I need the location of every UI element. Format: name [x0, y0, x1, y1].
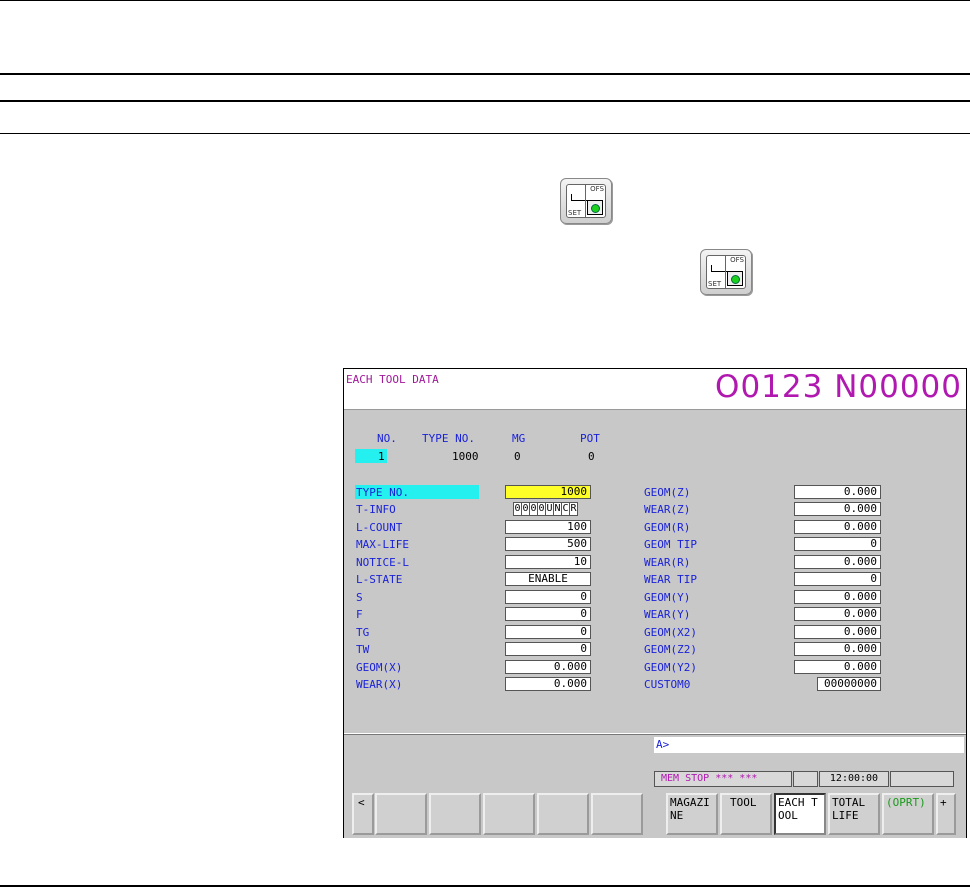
geom-y2-input[interactable]: 0.000: [794, 660, 881, 674]
green-led-icon: [591, 204, 600, 213]
s-input[interactable]: 0: [505, 590, 591, 604]
softkey-blank-4[interactable]: [537, 793, 589, 835]
header-rule-1: [0, 73, 970, 75]
ofs-set-key-icon-2[interactable]: OFS SET: [700, 249, 752, 295]
footer-rule: [0, 885, 970, 887]
wear-y-input[interactable]: 0.000: [794, 607, 881, 621]
field-label: GEOM(Y): [644, 591, 691, 604]
geom-z-input[interactable]: 0.000: [794, 485, 881, 499]
tg-input[interactable]: 0: [505, 625, 591, 639]
field-label: GEOM TIP: [644, 538, 697, 551]
field-label: WEAR(Z): [644, 503, 691, 516]
field-label: L-COUNT: [356, 521, 403, 534]
t-info-cells[interactable]: 0 0 0 0 U N C R: [513, 502, 578, 516]
mode-text: MEM: [661, 773, 680, 784]
ofs-set-key-icon[interactable]: OFS SET: [560, 178, 612, 224]
wear-tip-input[interactable]: 0: [794, 572, 881, 586]
field-label: WEAR(Y): [644, 608, 691, 621]
header-mg: MG: [512, 432, 526, 445]
wear-x-input[interactable]: 0.000: [505, 677, 591, 691]
wear-z-input[interactable]: 0.000: [794, 502, 881, 516]
field-label: MAX-LIFE: [356, 538, 409, 551]
field-label: GEOM(R): [644, 521, 691, 534]
state-text: STOP: [685, 773, 710, 784]
key-input-line[interactable]: A>: [654, 737, 964, 753]
top-rule: [0, 0, 970, 1]
field-label: TYPE NO.: [356, 486, 409, 499]
geom-r-input[interactable]: 0.000: [794, 520, 881, 534]
header-rule-3: [0, 133, 970, 134]
header-type-no: TYPE NO.: [422, 432, 475, 445]
notice-l-input[interactable]: 10: [505, 555, 591, 569]
alarm-stars: *** ***: [715, 773, 758, 784]
field-label: TW: [356, 643, 370, 656]
field-label: WEAR(R): [644, 556, 691, 569]
field-label: GEOM(Y2): [644, 661, 697, 674]
input-status-area: A> MEM STOP *** *** 12:00:00 < MAGAZI NE…: [344, 734, 966, 838]
softkey-each-tool-button[interactable]: EACH T OOL: [774, 793, 826, 835]
field-label: F: [356, 608, 363, 621]
tool-data-panel: NO. TYPE NO. MG POT 1 1000 0 0 TYPE NO. …: [344, 410, 966, 733]
field-label: WEAR TIP: [644, 573, 697, 586]
field-label: CUSTOM0: [644, 678, 691, 691]
softkey-oprt-button[interactable]: (OPRT): [882, 793, 934, 835]
type-no-input[interactable]: 1000: [505, 485, 591, 499]
field-label: S: [356, 591, 363, 604]
row-pot: 0: [588, 450, 595, 463]
clock: 12:00:00: [819, 771, 889, 787]
field-label: T-INFO: [356, 503, 396, 516]
status-bar: MEM STOP *** ***: [654, 771, 792, 787]
l-state-input[interactable]: ENABLE: [505, 572, 591, 586]
field-label: NOTICE-L: [356, 556, 409, 569]
screen-title: EACH TOOL DATA: [346, 373, 439, 386]
softkey-magazine-button[interactable]: MAGAZI NE: [666, 793, 718, 835]
geom-x-input[interactable]: 0.000: [505, 660, 591, 674]
field-label: L-STATE: [356, 573, 403, 586]
softkey-next-button[interactable]: +: [936, 793, 956, 835]
softkey-blank-3[interactable]: [483, 793, 535, 835]
l-count-input[interactable]: 100: [505, 520, 591, 534]
status-blank-2: [890, 771, 954, 787]
geom-y-input[interactable]: 0.000: [794, 590, 881, 604]
header-no: NO.: [377, 432, 397, 445]
wear-r-input[interactable]: 0.000: [794, 555, 881, 569]
custom0-input[interactable]: 00000000: [817, 677, 881, 691]
f-input[interactable]: 0: [505, 607, 591, 621]
row-mg: 0: [514, 450, 521, 463]
geom-x2-input[interactable]: 0.000: [794, 625, 881, 639]
row-type-no: 1000: [452, 450, 479, 463]
field-label: GEOM(Z): [644, 486, 691, 499]
status-blank: [793, 771, 818, 787]
geom-z2-input[interactable]: 0.000: [794, 642, 881, 656]
program-number: O0123 N00000: [715, 369, 962, 405]
field-label: TG: [356, 626, 370, 639]
cnc-screen: EACH TOOL DATA O0123 N00000 NO. TYPE NO.…: [343, 368, 967, 838]
field-label: GEOM(X): [356, 661, 403, 674]
softkey-blank-5[interactable]: [591, 793, 643, 835]
field-label: GEOM(X2): [644, 626, 697, 639]
tw-input[interactable]: 0: [505, 642, 591, 656]
row-no[interactable]: 1: [378, 450, 385, 463]
geom-tip-input[interactable]: 0: [794, 537, 881, 551]
softkey-total-life-button[interactable]: TOTAL LIFE: [828, 793, 880, 835]
softkey-blank-1[interactable]: [375, 793, 427, 835]
max-life-input[interactable]: 500: [505, 537, 591, 551]
softkey-prev-button[interactable]: <: [352, 793, 374, 835]
green-led-icon: [731, 275, 740, 284]
header-rule-2: [0, 100, 970, 102]
softkey-tool-button[interactable]: TOOL: [720, 793, 772, 835]
screen-titlebar: EACH TOOL DATA O0123 N00000: [344, 369, 966, 410]
field-label: GEOM(Z2): [644, 643, 697, 656]
header-pot: POT: [580, 432, 600, 445]
field-label: WEAR(X): [356, 678, 403, 691]
softkey-blank-2[interactable]: [429, 793, 481, 835]
